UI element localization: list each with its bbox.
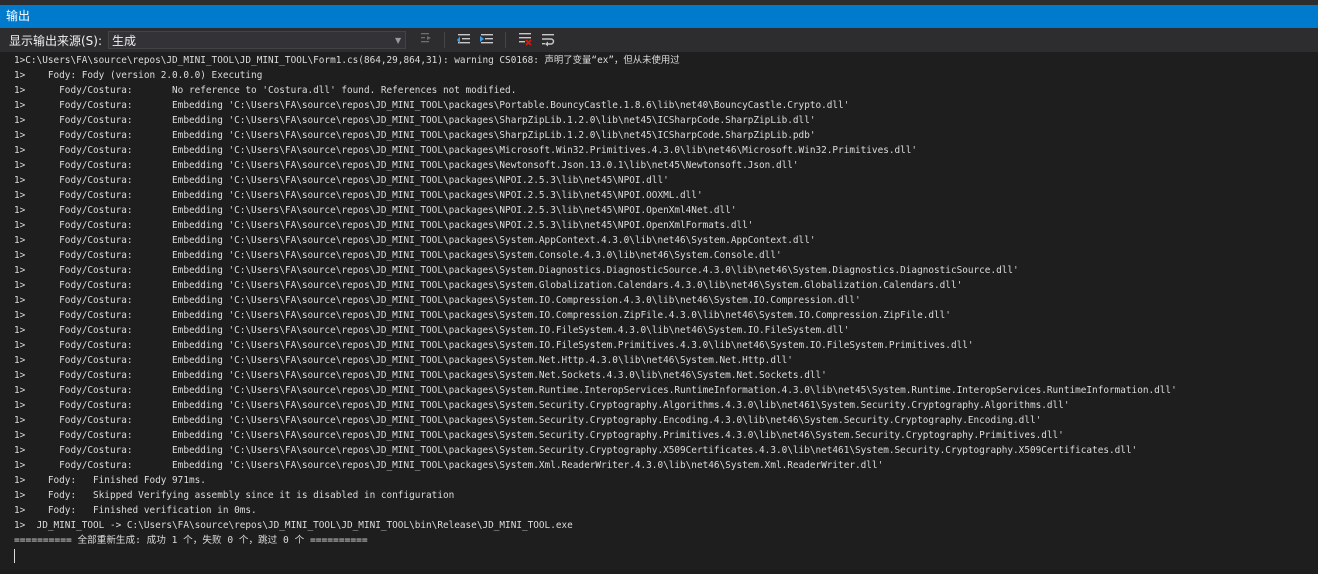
- output-line: 1> Fody/Costura: Embedding 'C:\Users\FA\…: [14, 325, 850, 336]
- goto-line-button[interactable]: [416, 30, 436, 50]
- output-line: 1> Fody/Costura: No reference to 'Costur…: [14, 85, 517, 96]
- source-select[interactable]: 生成 ▼: [108, 31, 407, 49]
- output-line: 1> Fody/Costura: Embedding 'C:\Users\FA\…: [14, 460, 884, 471]
- clear-all-icon: [517, 31, 533, 50]
- next-message-button[interactable]: [477, 30, 497, 50]
- output-line: 1> Fody: Fody (version 2.0.0.0) Executin…: [14, 70, 263, 81]
- output-line: 1> Fody/Costura: Embedding 'C:\Users\FA\…: [14, 295, 861, 306]
- clear-all-button[interactable]: [515, 30, 535, 50]
- output-toolbar: 显示输出来源(S): 生成 ▼: [0, 28, 1318, 52]
- output-line: 1> Fody/Costura: Embedding 'C:\Users\FA\…: [14, 265, 1019, 276]
- toolbar-separator: [505, 32, 507, 48]
- output-line: 1> Fody/Costura: Embedding 'C:\Users\FA\…: [14, 205, 737, 216]
- output-text-area[interactable]: 1>C:\Users\FA\source\repos\JD_MINI_TOOL\…: [0, 52, 1318, 574]
- output-line: 1> Fody/Costura: Embedding 'C:\Users\FA\…: [14, 220, 754, 231]
- output-line: 1> Fody/Costura: Embedding 'C:\Users\FA\…: [14, 235, 816, 246]
- build-summary-line: ========== 全部重新生成: 成功 1 个，失败 0 个，跳过 0 个 …: [14, 535, 368, 546]
- goto-line-icon: [418, 31, 434, 50]
- output-line: 1> Fody/Costura: Embedding 'C:\Users\FA\…: [14, 355, 793, 366]
- output-line: 1> Fody/Costura: Embedding 'C:\Users\FA\…: [14, 340, 974, 351]
- output-panel-title[interactable]: 输出: [0, 5, 1318, 28]
- text-caret: [14, 549, 15, 563]
- output-line: 1> Fody/Costura: Embedding 'C:\Users\FA\…: [14, 160, 799, 171]
- chevron-down-icon[interactable]: ▼: [391, 32, 405, 48]
- output-line: 1> Fody/Costura: Embedding 'C:\Users\FA\…: [14, 115, 816, 126]
- output-line: 1> Fody: Finished Fody 971ms.: [14, 475, 206, 486]
- output-line: 1> Fody/Costura: Embedding 'C:\Users\FA\…: [14, 190, 703, 201]
- word-wrap-button[interactable]: [538, 30, 558, 50]
- output-line: 1> JD_MINI_TOOL -> C:\Users\FA\source\re…: [14, 520, 573, 531]
- output-line: 1> Fody/Costura: Embedding 'C:\Users\FA\…: [14, 415, 1042, 426]
- output-line: 1> Fody/Costura: Embedding 'C:\Users\FA\…: [14, 310, 951, 321]
- output-line: 1> Fody/Costura: Embedding 'C:\Users\FA\…: [14, 175, 669, 186]
- output-line: 1> Fody/Costura: Embedding 'C:\Users\FA\…: [14, 280, 963, 291]
- output-line: 1> Fody: Finished verification in 0ms.: [14, 505, 257, 516]
- panel-title-text: 输出: [6, 9, 31, 23]
- output-line: 1> Fody/Costura: Embedding 'C:\Users\FA\…: [14, 100, 850, 111]
- source-select-value: 生成: [112, 33, 137, 48]
- output-line: 1> Fody/Costura: Embedding 'C:\Users\FA\…: [14, 145, 918, 156]
- toolbar-separator: [444, 32, 446, 48]
- output-line: 1> Fody/Costura: Embedding 'C:\Users\FA\…: [14, 430, 1064, 441]
- output-line: 1> Fody/Costura: Embedding 'C:\Users\FA\…: [14, 250, 782, 261]
- output-line: 1> Fody/Costura: Embedding 'C:\Users\FA\…: [14, 445, 1138, 456]
- output-line: 1> Fody/Costura: Embedding 'C:\Users\FA\…: [14, 400, 1070, 411]
- output-line: 1> Fody/Costura: Embedding 'C:\Users\FA\…: [14, 130, 816, 141]
- output-line: 1> Fody/Costura: Embedding 'C:\Users\FA\…: [14, 370, 827, 381]
- prev-message-button[interactable]: [454, 30, 474, 50]
- prev-message-icon: [456, 31, 472, 50]
- output-line: 1> Fody: Skipped Verifying assembly sinc…: [14, 490, 455, 501]
- source-label: 显示输出来源(S):: [9, 33, 103, 48]
- output-line: 1>C:\Users\FA\source\repos\JD_MINI_TOOL\…: [14, 55, 680, 66]
- word-wrap-icon: [540, 31, 556, 50]
- next-message-icon: [479, 31, 495, 50]
- output-line: 1> Fody/Costura: Embedding 'C:\Users\FA\…: [14, 385, 1177, 396]
